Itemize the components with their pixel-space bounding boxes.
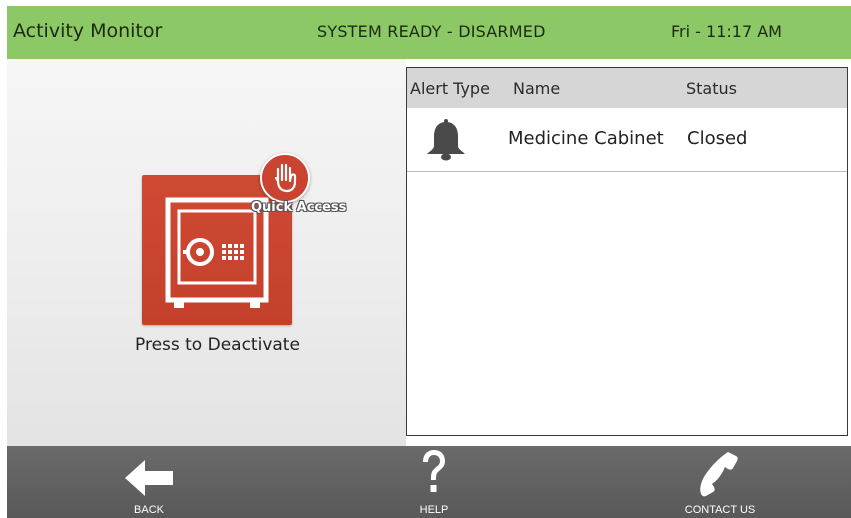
hand-icon <box>274 163 297 193</box>
deactivate-label: Press to Deactivate <box>135 335 300 355</box>
footer-nav: BACK HELP CONTACT US <box>7 446 851 518</box>
page-title: Activity Monitor <box>13 20 163 42</box>
table-header: Alert Type Name Status <box>407 68 847 108</box>
arrow-left-icon <box>125 460 173 496</box>
alert-table: Alert Type Name Status Medicine Cabinet … <box>406 67 848 436</box>
quick-access-panel: Quick Access Press to Deactivate <box>7 59 406 446</box>
bell-icon <box>427 119 465 161</box>
contact-us-button[interactable]: CONTACT US <box>660 446 780 518</box>
help-button[interactable]: HELP <box>374 446 494 518</box>
alert-name: Medicine Cabinet <box>508 128 664 149</box>
table-row[interactable]: Medicine Cabinet Closed <box>407 108 847 172</box>
phone-icon <box>700 452 738 497</box>
clock: Fri - 11:17 AM <box>671 22 782 41</box>
question-mark-icon <box>423 450 445 492</box>
column-header-status: Status <box>686 79 737 98</box>
back-button[interactable]: BACK <box>89 446 209 518</box>
column-header-alert-type: Alert Type <box>410 79 490 98</box>
help-label: HELP <box>419 504 449 516</box>
quick-access-label: Quick Access <box>251 200 347 215</box>
quick-access-badge[interactable] <box>260 153 310 203</box>
alert-status: Closed <box>687 128 748 149</box>
back-label: BACK <box>134 504 164 516</box>
column-header-name: Name <box>513 79 561 98</box>
system-status: SYSTEM READY - DISARMED <box>317 22 546 41</box>
contact-us-label: CONTACT US <box>684 504 756 516</box>
header-bar: Activity Monitor SYSTEM READY - DISARMED… <box>7 6 851 59</box>
